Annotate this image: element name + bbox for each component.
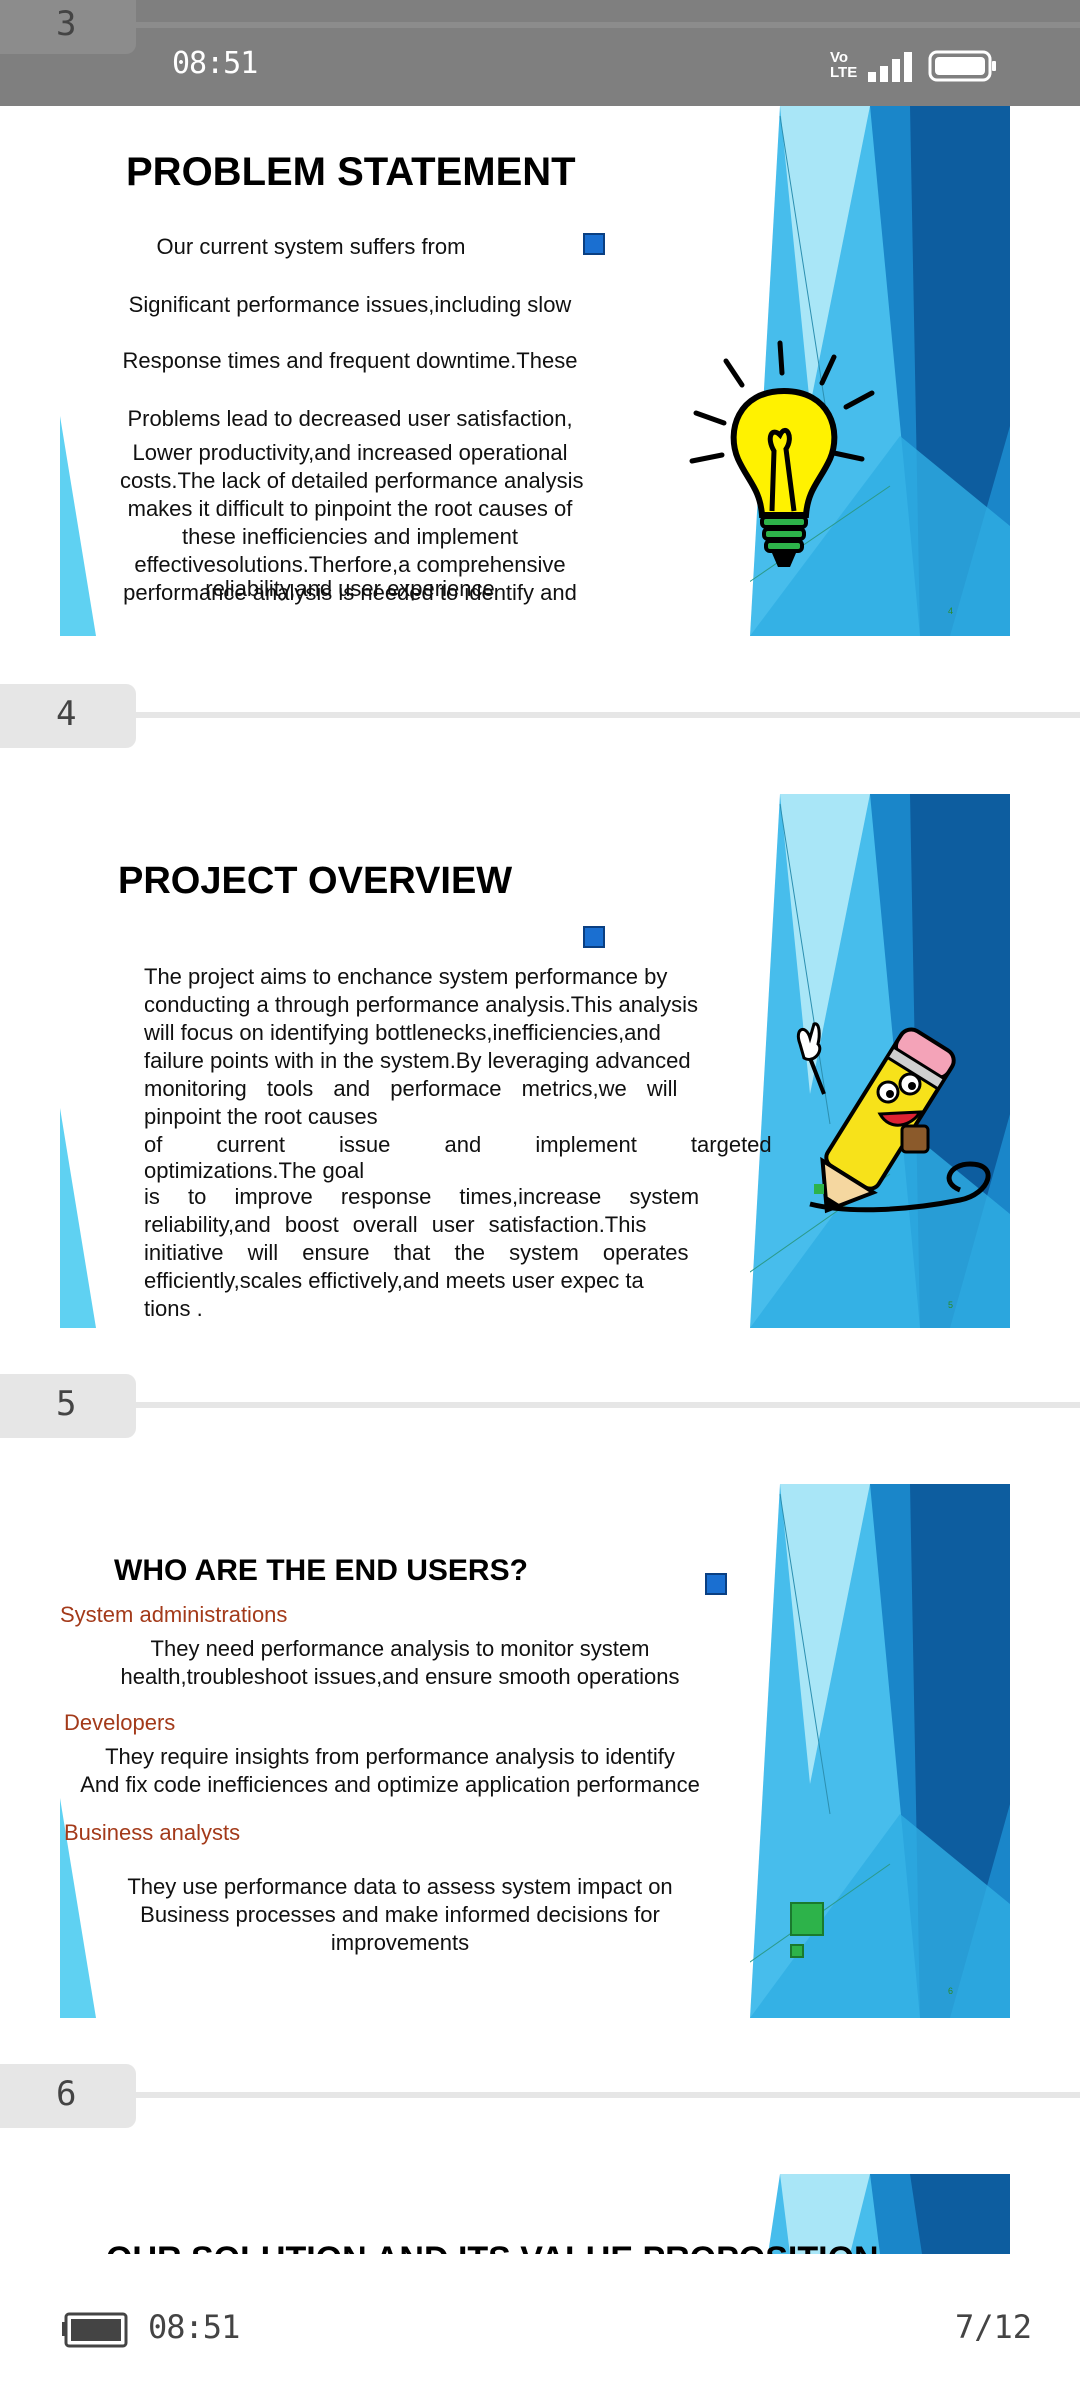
slide-text-line: Problems lead to decreased user satisfac… — [127, 406, 573, 431]
slide-text-line: pinpoint the root causes — [144, 1104, 378, 1129]
slide-title: WHO ARE THE END USERS? — [114, 1554, 528, 1587]
slide-text-line: They require insights from performance a… — [105, 1744, 675, 1769]
bullet-square — [705, 1573, 727, 1595]
slide-text-line: effectivesolutions.Therfore,a comprehens… — [134, 552, 566, 577]
page-tab[interactable]: 5 — [0, 1374, 136, 1438]
slide-text-line: Significant performance issues,including… — [128, 292, 572, 317]
page-tab-prev[interactable]: 3 — [0, 0, 136, 54]
signal-icon — [868, 52, 912, 82]
slide-end-users: WHO ARE THE END USERS? System administra… — [60, 1484, 1010, 2018]
slide-text-line: will focus on identifying bottlenecks,in… — [144, 1020, 661, 1045]
status-time: 08:51 — [172, 46, 258, 81]
page-tab-label: 3 — [56, 4, 77, 44]
slide-text-line: of current issue and implement targeted — [144, 1132, 772, 1157]
green-square — [790, 1944, 804, 1958]
slide-text-line: The project aims to enchance system perf… — [144, 964, 668, 989]
slide-text-line: improvements — [330, 1930, 470, 1955]
slide-title: PROBLEM STATEMENT — [126, 150, 576, 194]
divider — [136, 1402, 1080, 1408]
green-square — [790, 1902, 824, 1936]
slide-solution: OUR SOLUTION AND ITS VALUE PROPOSITION — [60, 2174, 1010, 2254]
volte-indicator: Vo LTE — [830, 49, 858, 81]
slide-title: OUR SOLUTION AND ITS VALUE PROPOSITION — [106, 2240, 879, 2254]
slide-text-line: Business processes and make informed dec… — [140, 1902, 660, 1927]
slide-text-line: optimizations.The goal — [144, 1158, 365, 1183]
page-tab[interactable]: 6 — [0, 2064, 136, 2128]
slide-decoration — [60, 416, 96, 636]
slide-text-line: They use performance data to assess syst… — [127, 1874, 673, 1899]
slide-text-line: failure points with in the system.By lev… — [144, 1048, 691, 1073]
slide-text-line: tions . — [144, 1296, 203, 1321]
bullet-square — [583, 233, 605, 255]
slide-text-line: Response times and frequent downtime.The… — [122, 348, 578, 373]
slide-text-line: efficiently,scales effictively,and meets… — [144, 1268, 644, 1293]
battery-icon — [62, 2312, 128, 2348]
slide-text-line: They need performance analysis to monito… — [150, 1636, 650, 1661]
page-tab-label: 6 — [56, 2074, 77, 2114]
status-bar: 3 08:51 Vo LTE — [0, 0, 1080, 106]
page-indicator[interactable]: 7/12 — [955, 2308, 1032, 2346]
slide-problem-statement: PROBLEM STATEMENT Our current system suf… — [60, 106, 1010, 636]
slide-text-line: these inefficiencies and implement — [182, 524, 518, 549]
slide-text-line: monitoring tools and performace metrics,… — [144, 1076, 678, 1101]
divider — [136, 2092, 1080, 2098]
slide-project-overview: PROJECT OVERVIEW The project aims to enc… — [60, 794, 1010, 1328]
slide-text-line: Our current system suffers from — [156, 234, 466, 259]
reader-time: 08:51 — [148, 2308, 240, 2346]
divider — [136, 712, 1080, 718]
battery-icon — [928, 50, 996, 82]
slide-text-line: conducting a through performance analysi… — [144, 992, 698, 1017]
slide-text-line: Lower productivity,and increased operati… — [132, 440, 568, 465]
slide-decoration — [750, 1484, 1010, 2018]
slide-text-line: reliability,and boost overall user satis… — [144, 1212, 647, 1237]
divider — [136, 22, 1080, 28]
page-tab-label: 4 — [56, 694, 77, 734]
slide-decoration — [60, 1108, 96, 1328]
user-group-heading: Business analysts — [64, 1820, 241, 1845]
bottom-bar: 08:51 7/12 — [0, 2290, 1080, 2400]
slide-title: PROJECT OVERVIEW — [118, 860, 513, 902]
slide-text-line: reliability,and user experience — [205, 576, 495, 601]
slide-number: 4 — [948, 606, 954, 616]
slide-text-line: And fix code inefficiences and optimize … — [80, 1772, 700, 1797]
page-tab[interactable]: 4 — [0, 684, 136, 748]
slide-text-line: is to improve response times,increase sy… — [144, 1184, 700, 1209]
slide-text-line: health,troubleshoot issues,and ensure sm… — [120, 1664, 680, 1689]
pencil-character-icon — [796, 1022, 991, 1214]
bullet-square — [583, 926, 605, 948]
slide-text-line: costs.The lack of detailed performance a… — [120, 468, 584, 493]
user-group-heading: Developers — [64, 1710, 176, 1735]
page-tab-label: 5 — [56, 1384, 77, 1424]
slide-text-line: makes it difficult to pinpoint the root … — [127, 496, 573, 521]
slide-text-line: initiative will ensure that the system o… — [144, 1240, 689, 1265]
user-group-heading: System administrations — [60, 1602, 288, 1627]
slide-number: 6 — [948, 1986, 954, 1996]
lightbulb-icon — [689, 340, 875, 567]
slide-number: 5 — [948, 1300, 954, 1310]
